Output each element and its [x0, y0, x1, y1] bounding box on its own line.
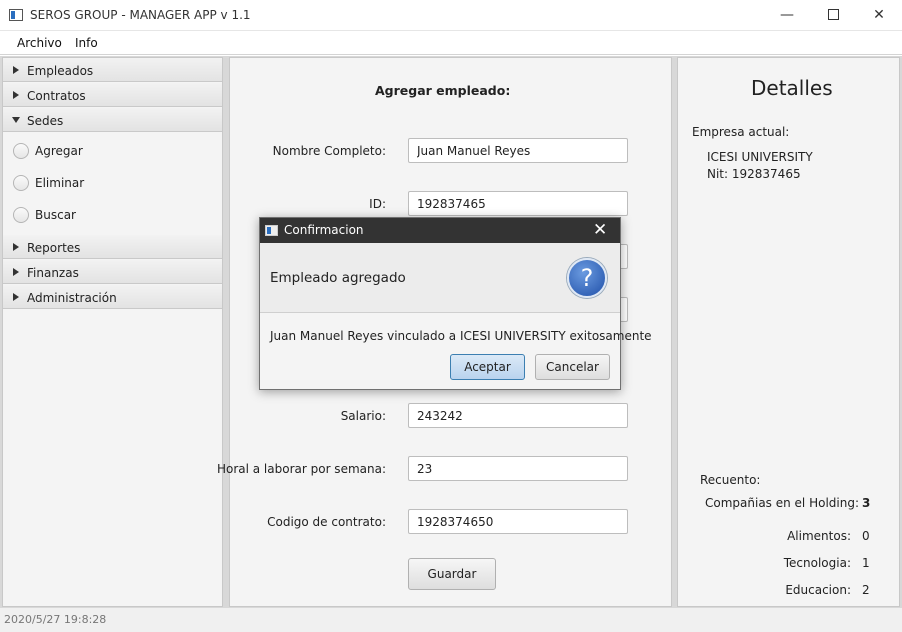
menu-bar: Archivo Info — [0, 31, 902, 55]
app-icon — [9, 9, 23, 21]
chevron-right-icon — [13, 243, 19, 251]
accordion-finanzas[interactable]: Finanzas — [3, 260, 222, 284]
cancelar-button[interactable]: Cancelar — [535, 354, 610, 380]
count-holding-value: 3 — [862, 496, 871, 510]
company-name: ICESI UNIVERSITY — [707, 150, 813, 164]
guardar-button[interactable]: Guardar — [408, 558, 496, 590]
label-codigo-contrato: Codigo de contrato: — [267, 515, 386, 529]
chevron-right-icon — [13, 268, 19, 276]
accordion-label: Administración — [27, 291, 117, 305]
accordion-label: Finanzas — [27, 266, 79, 280]
maximize-icon — [827, 8, 839, 20]
minimize-button[interactable]: — — [764, 0, 810, 31]
radio-circle[interactable] — [13, 175, 29, 191]
accordion-administracion[interactable]: Administración — [3, 285, 222, 309]
details-title: Detalles — [751, 76, 833, 100]
dialog-app-icon — [265, 225, 278, 236]
dialog-title: Confirmacion — [284, 223, 364, 237]
menu-archivo[interactable]: Archivo — [17, 36, 62, 50]
question-icon: ? — [567, 258, 607, 298]
count-tecnologia-label: Tecnologia: — [783, 556, 851, 570]
count-label: Recuento: — [700, 473, 761, 487]
accordion-label: Sedes — [27, 114, 64, 128]
chevron-right-icon — [13, 91, 19, 99]
radio-label: Eliminar — [35, 176, 85, 190]
radio-circle[interactable] — [13, 143, 29, 159]
accordion-reportes[interactable]: Reportes — [3, 235, 222, 259]
accordion-sedes[interactable]: Sedes — [3, 108, 222, 132]
chevron-right-icon — [13, 66, 19, 74]
status-datetime: 2020/5/27 19:8:28 — [4, 613, 107, 626]
company-label: Empresa actual: — [692, 125, 790, 139]
label-salario: Salario: — [340, 409, 386, 423]
dialog-titlebar: Confirmacion ✕ — [260, 218, 620, 243]
accordion-label: Contratos — [27, 89, 86, 103]
company-nit: Nit: 192837465 — [707, 167, 801, 181]
confirmation-dialog: Confirmacion ✕ Empleado agregado ? Juan … — [259, 217, 652, 390]
status-bar: 2020/5/27 19:8:28 — [0, 608, 902, 632]
label-nombre: Nombre Completo: — [272, 144, 386, 158]
dialog-header-text: Empleado agregado — [270, 270, 406, 286]
count-educacion-label: Educacion: — [785, 583, 851, 597]
chevron-right-icon — [13, 293, 19, 301]
form-title: Agregar empleado: — [375, 83, 511, 98]
details-panel: Detalles Empresa actual: ICESI UNIVERSIT… — [677, 57, 900, 607]
count-educacion-value: 2 — [862, 583, 870, 597]
id-input[interactable] — [408, 191, 628, 216]
nombre-input[interactable] — [408, 138, 628, 163]
codigo-contrato-input[interactable] — [408, 509, 628, 534]
count-alimentos-value: 0 — [862, 529, 870, 543]
chevron-down-icon — [12, 117, 20, 123]
accordion-label: Reportes — [27, 241, 81, 255]
close-button[interactable]: ✕ — [856, 0, 902, 31]
dialog-close-icon[interactable]: ✕ — [593, 220, 607, 240]
salario-input[interactable] — [408, 403, 628, 428]
count-tecnologia-value: 1 — [862, 556, 870, 570]
label-horas: Horal a laborar por semana: — [216, 462, 386, 476]
radio-label: Buscar — [35, 208, 76, 222]
maximize-button[interactable] — [810, 0, 856, 31]
radio-label: Agregar — [35, 144, 83, 158]
sidebar: Empleados Contratos Sedes Agregar Elimin… — [2, 57, 223, 607]
accordion-label: Empleados — [27, 64, 94, 78]
window-title: SEROS GROUP - MANAGER APP v 1.1 — [30, 8, 251, 22]
radio-circle[interactable] — [13, 207, 29, 223]
dialog-header: Empleado agregado ? — [260, 243, 620, 313]
window-titlebar: SEROS GROUP - MANAGER APP v 1.1 — ✕ — [0, 0, 902, 31]
menu-info[interactable]: Info — [75, 36, 98, 50]
count-alimentos-label: Alimentos: — [787, 529, 851, 543]
count-holding-label: Compañias en el Holding: — [705, 496, 859, 510]
label-id: ID: — [369, 197, 386, 211]
aceptar-button[interactable]: Aceptar — [450, 354, 525, 380]
accordion-empleados[interactable]: Empleados — [3, 58, 222, 82]
accordion-contratos[interactable]: Contratos — [3, 83, 222, 107]
horas-input[interactable] — [408, 456, 628, 481]
dialog-message: Juan Manuel Reyes vinculado a ICESI UNIV… — [270, 329, 652, 343]
